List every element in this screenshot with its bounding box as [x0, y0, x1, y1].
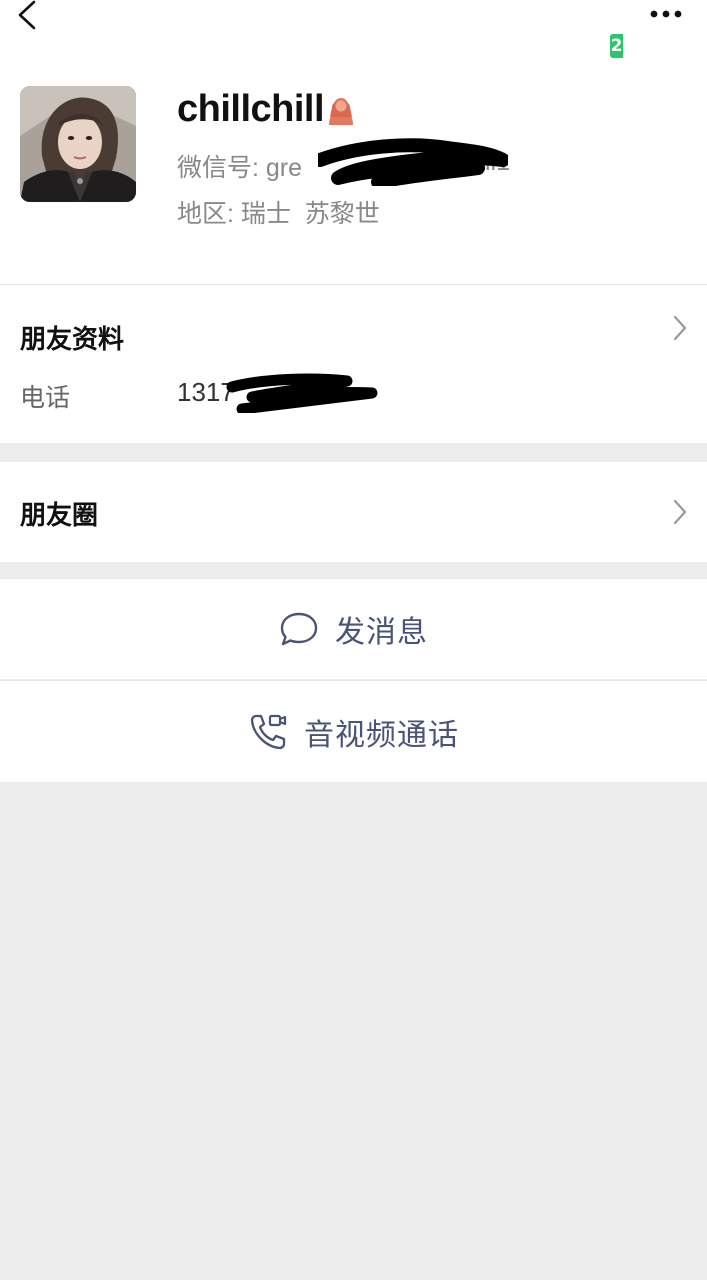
- chevron-left-icon: [18, 0, 36, 30]
- back-button[interactable]: [10, 0, 46, 34]
- friend-info-title: 朋友资料: [20, 325, 125, 355]
- avatar-photo: [20, 86, 136, 202]
- send-message-button[interactable]: 发消息: [0, 579, 707, 679]
- wechat-id-value: gre: [265, 154, 303, 182]
- friend-info-section[interactable]: 朋友资料 电话 1317: [0, 285, 707, 443]
- notification-badge: 2: [610, 34, 623, 58]
- chevron-right-icon: [673, 315, 687, 341]
- profile-header: 2 chillchill 微信号: gre il1 地区: 瑞士 苏黎世: [0, 0, 707, 284]
- more-button[interactable]: [649, 4, 689, 24]
- wechat-id-row: 微信号: gre: [177, 148, 302, 184]
- region-value: 瑞士 苏黎世: [240, 200, 380, 228]
- voice-video-call-button[interactable]: 音视频通话: [0, 681, 707, 782]
- redaction-scribble: [226, 373, 378, 413]
- chat-bubble-icon: [280, 612, 318, 646]
- wechat-id-label: 微信号:: [177, 154, 259, 182]
- chevron-right-icon: [673, 499, 687, 525]
- redaction-scribble: [318, 138, 508, 186]
- avatar[interactable]: [20, 86, 136, 202]
- region-row: 地区: 瑞士 苏黎世: [177, 194, 380, 230]
- moments-title: 朋友圈: [20, 501, 99, 531]
- send-message-label: 发消息: [335, 615, 428, 650]
- phone-video-icon: [250, 714, 287, 749]
- region-label: 地区:: [177, 200, 234, 228]
- ellipsis-icon: [650, 10, 682, 18]
- phone-label: 电话: [20, 383, 71, 412]
- voice-video-call-label: 音视频通话: [304, 717, 459, 753]
- moments-section[interactable]: 朋友圈: [0, 462, 707, 562]
- nickname: chillchill: [177, 88, 325, 130]
- female-icon: [326, 95, 356, 127]
